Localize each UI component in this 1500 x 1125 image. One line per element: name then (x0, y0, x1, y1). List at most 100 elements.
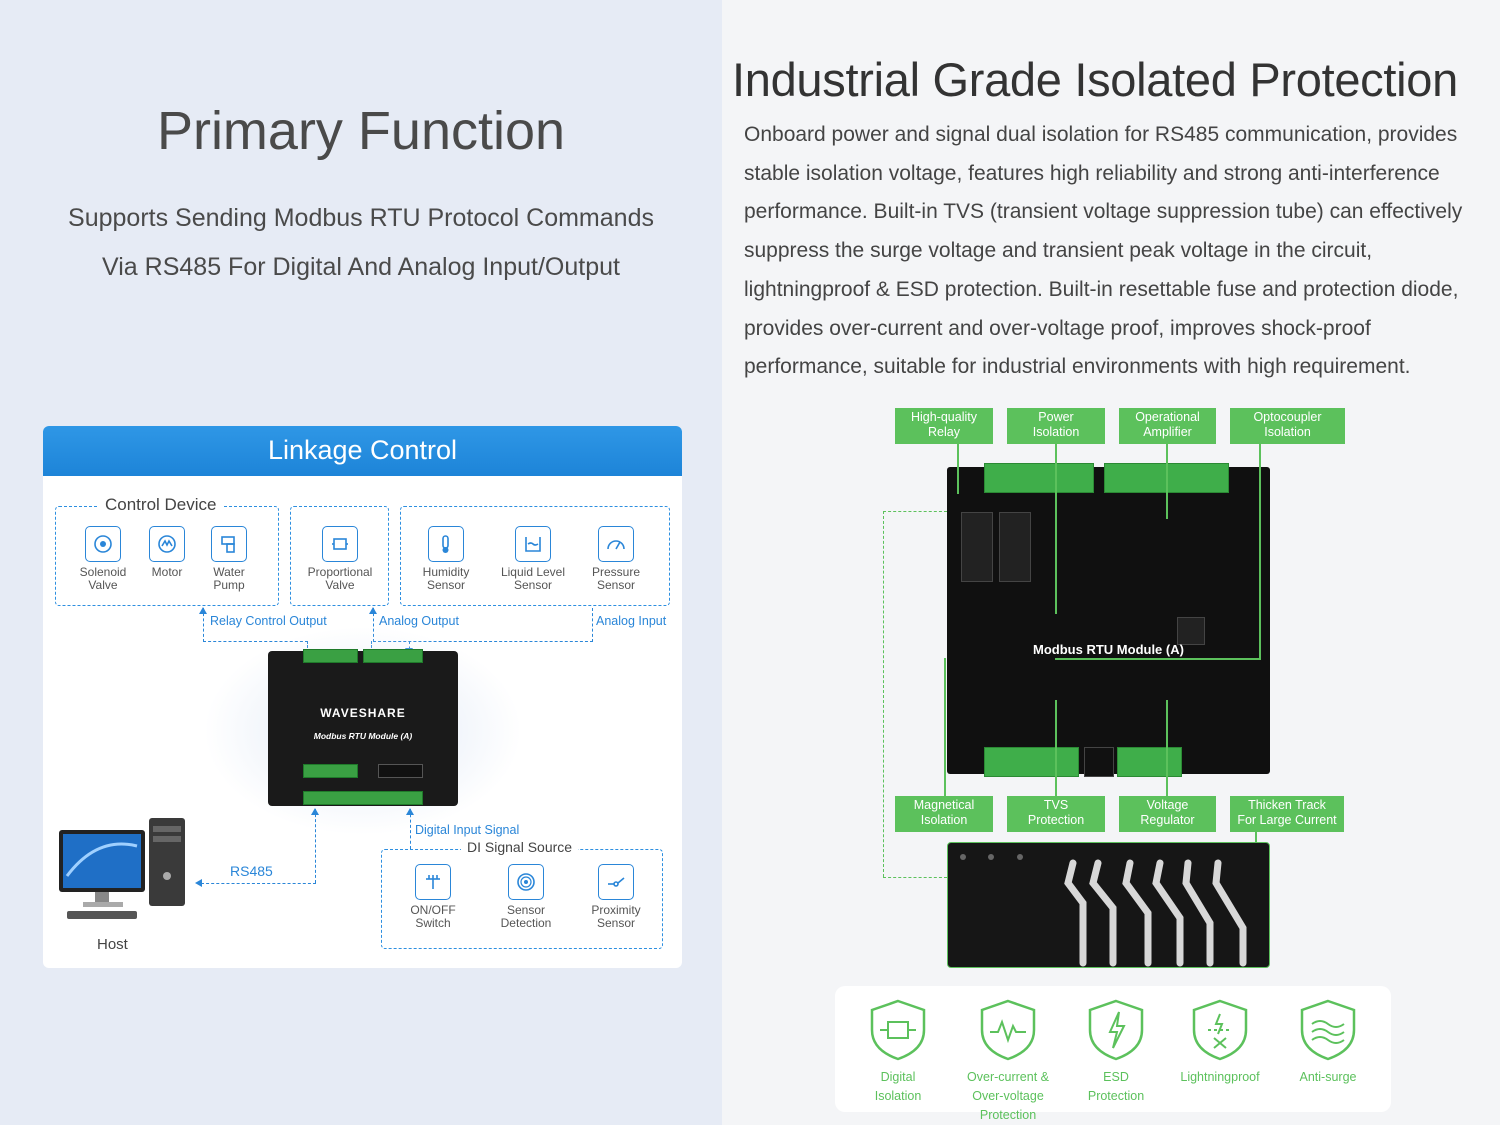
board-photo: Modbus RTU Module (A) (947, 463, 1270, 777)
terminal-block (303, 649, 358, 663)
water-pump-device: Water Pump (189, 526, 269, 592)
terminal-block (1084, 747, 1114, 777)
linkage-control-header: Linkage Control (43, 426, 682, 476)
rs485-label: RS485 (228, 863, 275, 879)
di-signal-source-label: DI Signal Source (461, 839, 579, 855)
water-pump-icon (211, 526, 247, 562)
tvs-protection-label: TVS Protection (1007, 796, 1105, 832)
terminal-block (984, 747, 1079, 777)
description-line: lightningproof & ESD protection. Built-i… (744, 277, 1459, 301)
analog-input-label: Analog Input (594, 614, 669, 628)
leader-line (1166, 700, 1168, 796)
motor-icon (149, 526, 185, 562)
thicken-track-label: Thicken Track For Large Current (1230, 796, 1344, 832)
description-line: provides over-current and over-voltage p… (744, 316, 1371, 340)
arrow-up-icon (369, 607, 377, 614)
primary-function-panel: Primary Function Supports Sending Modbus… (0, 0, 722, 1125)
board-title: Modbus RTU Module (A) (1033, 642, 1184, 657)
chip-component (1177, 617, 1205, 645)
humidity-sensor-icon (428, 526, 464, 562)
terminal-block (303, 791, 423, 805)
device-label: Sensor (426, 578, 466, 592)
anti-surge-feature: Anti-surge (1263, 998, 1393, 1087)
dashed-leader-line (883, 877, 947, 878)
operational-amplifier-label: Operational Amplifier (1119, 408, 1216, 444)
terminal-block (378, 764, 423, 778)
magnetical-isolation-label: Magnetical Isolation (895, 796, 993, 832)
liquid-level-sensor-device: Liquid Level Sensor (493, 526, 573, 592)
relay-component (999, 512, 1031, 582)
modbus-module-image: WAVESHARE Modbus RTU Module (A) (268, 649, 458, 806)
dashed-leader-line (883, 511, 947, 512)
proximity-sensor-device: Proximity Sensor (576, 864, 656, 930)
device-label: Valve (325, 578, 355, 592)
proportional-valve-icon (322, 526, 358, 562)
leader-line (1055, 700, 1057, 796)
liquid-level-sensor-icon (515, 526, 551, 562)
module-brand: WAVESHARE (320, 706, 406, 720)
relay-control-output-label: Relay Control Output (208, 614, 329, 628)
relay-component (961, 512, 993, 582)
leader-line (1055, 658, 1261, 660)
leader-line (1166, 444, 1168, 519)
device-label: Switch (415, 916, 451, 930)
device-label: Sensor (596, 916, 636, 930)
analog-input-line (592, 608, 593, 642)
device-label: Pump (213, 578, 245, 592)
isolated-protection-description: Onboard power and signal dual isolation … (744, 116, 1489, 387)
high-quality-relay-label: High-quality Relay (895, 408, 993, 444)
terminal-block (1117, 747, 1182, 777)
device-label: Valve (88, 578, 118, 592)
digital-input-signal-label: Digital Input Signal (413, 823, 522, 837)
description-line: performance, suitable for industrial env… (744, 355, 1411, 379)
pcb-back-photo (947, 842, 1270, 968)
leader-line (1055, 444, 1057, 614)
description-line: stable isolation voltage, features high … (744, 161, 1440, 185)
humidity-sensor-device: Humidity Sensor (406, 526, 486, 592)
description-line: Onboard power and signal dual isolation … (744, 123, 1458, 146)
control-device-label: Control Device (99, 495, 223, 515)
lightningproof-icon (1192, 999, 1248, 1061)
pressure-sensor-icon (598, 526, 634, 562)
arrow-up-icon (311, 808, 319, 815)
rs485-line (315, 809, 316, 883)
description-line: performance. Built-in TVS (transient vol… (744, 200, 1463, 224)
leader-line (957, 444, 959, 494)
terminal-block (984, 463, 1094, 493)
onoff-switch-device: ON/OFF Switch (393, 864, 473, 930)
terminal-block (303, 764, 358, 778)
sensor-detection-icon (508, 864, 544, 900)
primary-function-title: Primary Function (156, 101, 566, 161)
optocoupler-isolation-label: Optocoupler Isolation (1230, 408, 1345, 444)
arrow-up-icon (199, 607, 207, 614)
digital-input-line (410, 809, 411, 849)
description-line: suppress the surge voltage and transient… (744, 239, 1373, 263)
terminal-block (363, 649, 423, 663)
proximity-sensor-icon (598, 864, 634, 900)
switch-icon (415, 864, 451, 900)
voltage-regulator-label: Voltage Regulator (1119, 796, 1216, 832)
arrow-up-icon (406, 808, 414, 815)
power-isolation-label: Power Isolation (1007, 408, 1105, 444)
rs485-line (201, 883, 316, 884)
primary-function-subtitle-line2: Via RS485 For Digital And Analog Input/O… (102, 253, 620, 281)
device-label: Sensor (596, 578, 636, 592)
sensor-detection-device: Sensor Detection (486, 864, 566, 930)
host-computer-icon (57, 816, 187, 926)
primary-function-subtitle-line1: Supports Sending Modbus RTU Protocol Com… (68, 204, 654, 232)
pressure-sensor-device: Pressure Sensor (576, 526, 656, 592)
dashed-leader-line (883, 511, 884, 877)
features-box: Digital Isolation Over-current & Over-volt… (835, 986, 1393, 1122)
digital-isolation-icon (870, 999, 926, 1061)
module-name: Modbus RTU Module (A) (313, 731, 413, 741)
esd-protection-icon (1088, 999, 1144, 1061)
anti-surge-icon (1300, 999, 1356, 1061)
device-label: Detection (500, 916, 552, 930)
over-current-icon (980, 999, 1036, 1061)
proportional-valve-device: Proportional Valve (300, 526, 380, 592)
analog-output-label: Analog Output (377, 614, 461, 628)
leader-line (1259, 444, 1261, 659)
linkage-control-card: Linkage Control Control Device Solenoid … (43, 426, 682, 968)
device-label: Sensor (513, 578, 553, 592)
arrow-left-icon (195, 879, 202, 887)
